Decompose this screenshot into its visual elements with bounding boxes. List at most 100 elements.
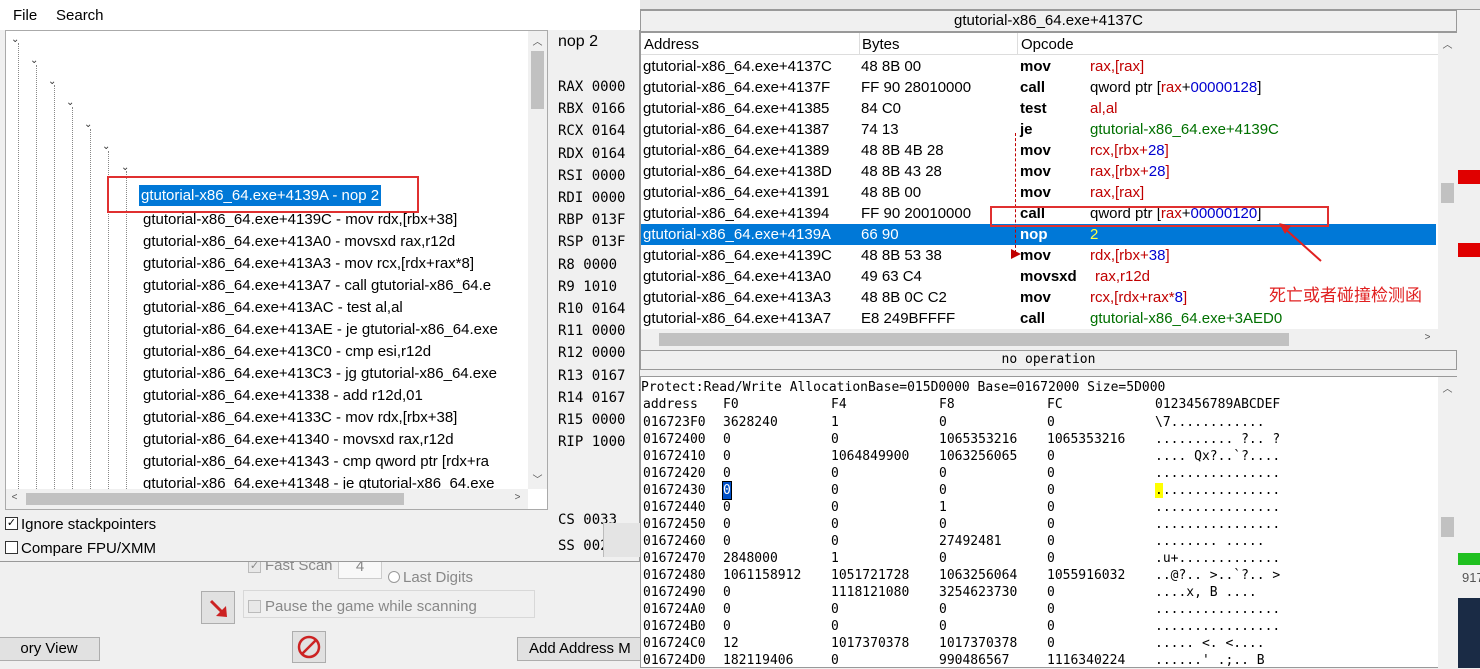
argument-part: rax (1160, 79, 1182, 96)
header-address[interactable]: Address (644, 36, 699, 53)
trace-node[interactable]: gtutorial-x86_64.exe+413C0 - cmp esi,r12… (143, 341, 431, 362)
chevron-up-icon[interactable]: ︿ (1439, 36, 1456, 51)
argument-part: ] (1257, 79, 1262, 96)
hex-ascii: \7............ (1155, 415, 1265, 430)
chevron-down-icon[interactable]: ⌄ (48, 76, 56, 87)
hex-value: 0 (939, 483, 947, 498)
scrollbar-thumb[interactable] (1441, 183, 1454, 203)
hex-ascii: ................ (1155, 602, 1281, 617)
register-value[interactable]: RSP 013F (558, 234, 625, 250)
hex-value: 0 (939, 466, 947, 481)
tree-vertical-scrollbar[interactable]: ︿ ﹀ (528, 31, 547, 489)
trace-node[interactable]: gtutorial-x86_64.exe+4133C - mov rdx,[rb… (143, 407, 457, 428)
trace-node[interactable]: gtutorial-x86_64.exe+413A0 - movsxd rax,… (143, 231, 455, 252)
scrollbar-thumb[interactable] (659, 333, 1289, 346)
chevron-down-icon[interactable]: ⌄ (11, 34, 19, 45)
chevron-down-icon[interactable]: ⌄ (121, 162, 129, 173)
instruction-title: nop 2 (558, 33, 599, 50)
row-arguments: 2 (1090, 224, 1098, 245)
disassembler-view[interactable]: Address Bytes Opcode gtutorial-x86_64.ex… (640, 32, 1457, 350)
register-value[interactable]: RDX 0164 (558, 146, 625, 162)
register-value[interactable]: RAX 0000 (558, 79, 625, 95)
chevron-right-icon[interactable]: > (509, 492, 526, 503)
row-opcode: nop (1020, 226, 1048, 243)
memory-viewer-window: gtutorial-x86_64.exe+4137C Address Bytes… (640, 0, 1480, 668)
register-value[interactable]: RBP 013F (558, 212, 625, 228)
compare-fpu-checkbox[interactable] (5, 541, 18, 554)
chevron-right-icon[interactable]: > (1419, 332, 1436, 343)
hex-value: 0 (831, 483, 839, 498)
row-bytes: FF 90 28010000 (861, 79, 972, 96)
chevron-up-icon[interactable]: ︿ (529, 33, 546, 48)
register-value[interactable]: R11 0000 (558, 323, 625, 339)
chevron-down-icon[interactable]: ﹀ (529, 471, 546, 486)
hex-vertical-scrollbar[interactable]: ︿ (1438, 377, 1457, 668)
hex-view[interactable]: Protect:Read/Write AllocationBase=015D00… (640, 376, 1457, 668)
trace-node[interactable]: gtutorial-x86_64.exe+413A7 - call gtutor… (143, 275, 491, 296)
disassembler-row[interactable]: gtutorial-x86_64.exe+4137C 48 8B 00 mov rax… (641, 56, 1436, 77)
register-value[interactable]: R13 0167 (558, 368, 625, 384)
hex-value: 0 (1047, 517, 1055, 532)
chevron-up-icon[interactable]: ︿ (1439, 380, 1456, 395)
register-value[interactable]: R15 0000 (558, 412, 625, 428)
hex-value: 0 (723, 534, 731, 549)
register-value[interactable]: R8 0000 (558, 257, 617, 273)
argument-part: 28 (1147, 142, 1165, 159)
register-value[interactable]: R12 0000 (558, 345, 625, 361)
register-value[interactable]: RDI 0000 (558, 190, 625, 206)
disassembler-row[interactable]: gtutorial-x86_64.exe+4137F FF 90 28010000… (641, 77, 1436, 98)
stop-button[interactable] (292, 631, 326, 663)
register-panel-edge (603, 523, 643, 557)
trace-node[interactable]: gtutorial-x86_64.exe+413C3 - jg gtutoria… (143, 363, 497, 384)
hex-value: 1055916032 (1047, 568, 1126, 583)
row-bytes: 48 8B 43 28 (861, 163, 942, 180)
register-value[interactable]: RBX 0166 (558, 101, 625, 117)
disassembler-row[interactable]: gtutorial-x86_64.exe+41389 48 8B 4B 28 mov… (641, 140, 1436, 161)
disassembler-row[interactable]: gtutorial-x86_64.exe+4138D 48 8B 43 28 mov… (641, 161, 1436, 182)
disassembler-horizontal-scrollbar[interactable]: > (641, 329, 1438, 350)
chevron-down-icon[interactable]: ⌄ (102, 141, 110, 152)
chevron-down-icon[interactable]: ⌄ (84, 119, 92, 130)
scrollbar-thumb[interactable] (531, 51, 544, 109)
ignore-stackpointers-checkbox[interactable]: ✓ (5, 517, 18, 530)
register-value[interactable]: R9 1010 (558, 279, 617, 295)
header-opcode[interactable]: Opcode (1021, 36, 1074, 53)
row-bytes: 84 C0 (861, 100, 902, 117)
last-digits-radio[interactable] (388, 571, 400, 583)
memory-view-button[interactable]: ory View (0, 637, 100, 661)
trace-node[interactable]: gtutorial-x86_64.exe+413AC - test al,al (143, 297, 403, 318)
hex-header-cell: F0 (723, 397, 739, 412)
menu-search[interactable]: Search (56, 7, 104, 24)
trace-node[interactable]: gtutorial-x86_64.exe+4139C - mov rdx,[rb… (143, 209, 457, 230)
hex-value: 1 (939, 500, 947, 515)
add-address-button[interactable]: Add Address M (517, 637, 641, 661)
hex-ascii: ................ (1155, 619, 1281, 634)
scrollbar-thumb[interactable] (26, 493, 404, 505)
scrollbar-thumb[interactable] (1441, 517, 1454, 537)
add-to-list-button[interactable] (201, 591, 235, 624)
trace-node[interactable]: gtutorial-x86_64.exe+413AE - je gtutoria… (143, 319, 498, 340)
tree-horizontal-scrollbar[interactable]: < > (6, 489, 528, 509)
chevron-down-icon[interactable]: ⌄ (66, 97, 74, 108)
register-value[interactable]: RIP 1000 (558, 434, 625, 450)
trace-node[interactable]: gtutorial-x86_64.exe+41343 - cmp qword p… (143, 451, 489, 472)
chevron-down-icon[interactable]: ⌄ (30, 55, 38, 66)
chevron-left-icon[interactable]: < (6, 492, 23, 503)
disassembler-row[interactable]: gtutorial-x86_64.exe+41385 84 C0 test al,al (641, 98, 1436, 119)
trace-node[interactable]: gtutorial-x86_64.exe+413A3 - mov rcx,[rd… (143, 253, 474, 274)
trace-tree[interactable]: ⌄ ⌄ ⌄ ⌄ ⌄ ⌄ ⌄ gtutorial-x86_64.exe+4139A… (5, 30, 548, 510)
disassembler-row[interactable]: gtutorial-x86_64.exe+41387 74 13 je gtutori… (641, 119, 1436, 140)
header-bytes[interactable]: Bytes (862, 36, 900, 53)
row-opcode: call (1020, 310, 1046, 327)
register-value[interactable]: R14 0167 (558, 390, 625, 406)
register-value[interactable]: RCX 0164 (558, 123, 625, 139)
register-value[interactable]: R10 0164 (558, 301, 625, 317)
disassembler-vertical-scrollbar[interactable]: ︿ (1438, 33, 1457, 350)
register-value[interactable]: RSI 0000 (558, 168, 625, 184)
trace-node[interactable]: gtutorial-x86_64.exe+41340 - movsxd rax,… (143, 429, 454, 450)
menu-file[interactable]: File (13, 7, 37, 24)
trace-node[interactable]: gtutorial-x86_64.exe+41338 - add r12d,01 (143, 385, 423, 406)
disassembler-row[interactable]: gtutorial-x86_64.exe+413A7 E8 249BFFFF cal… (641, 308, 1436, 329)
instruction-description: no operation (640, 350, 1457, 370)
disassembler-row[interactable]: gtutorial-x86_64.exe+41391 48 8B 00 mov rax… (641, 182, 1436, 203)
